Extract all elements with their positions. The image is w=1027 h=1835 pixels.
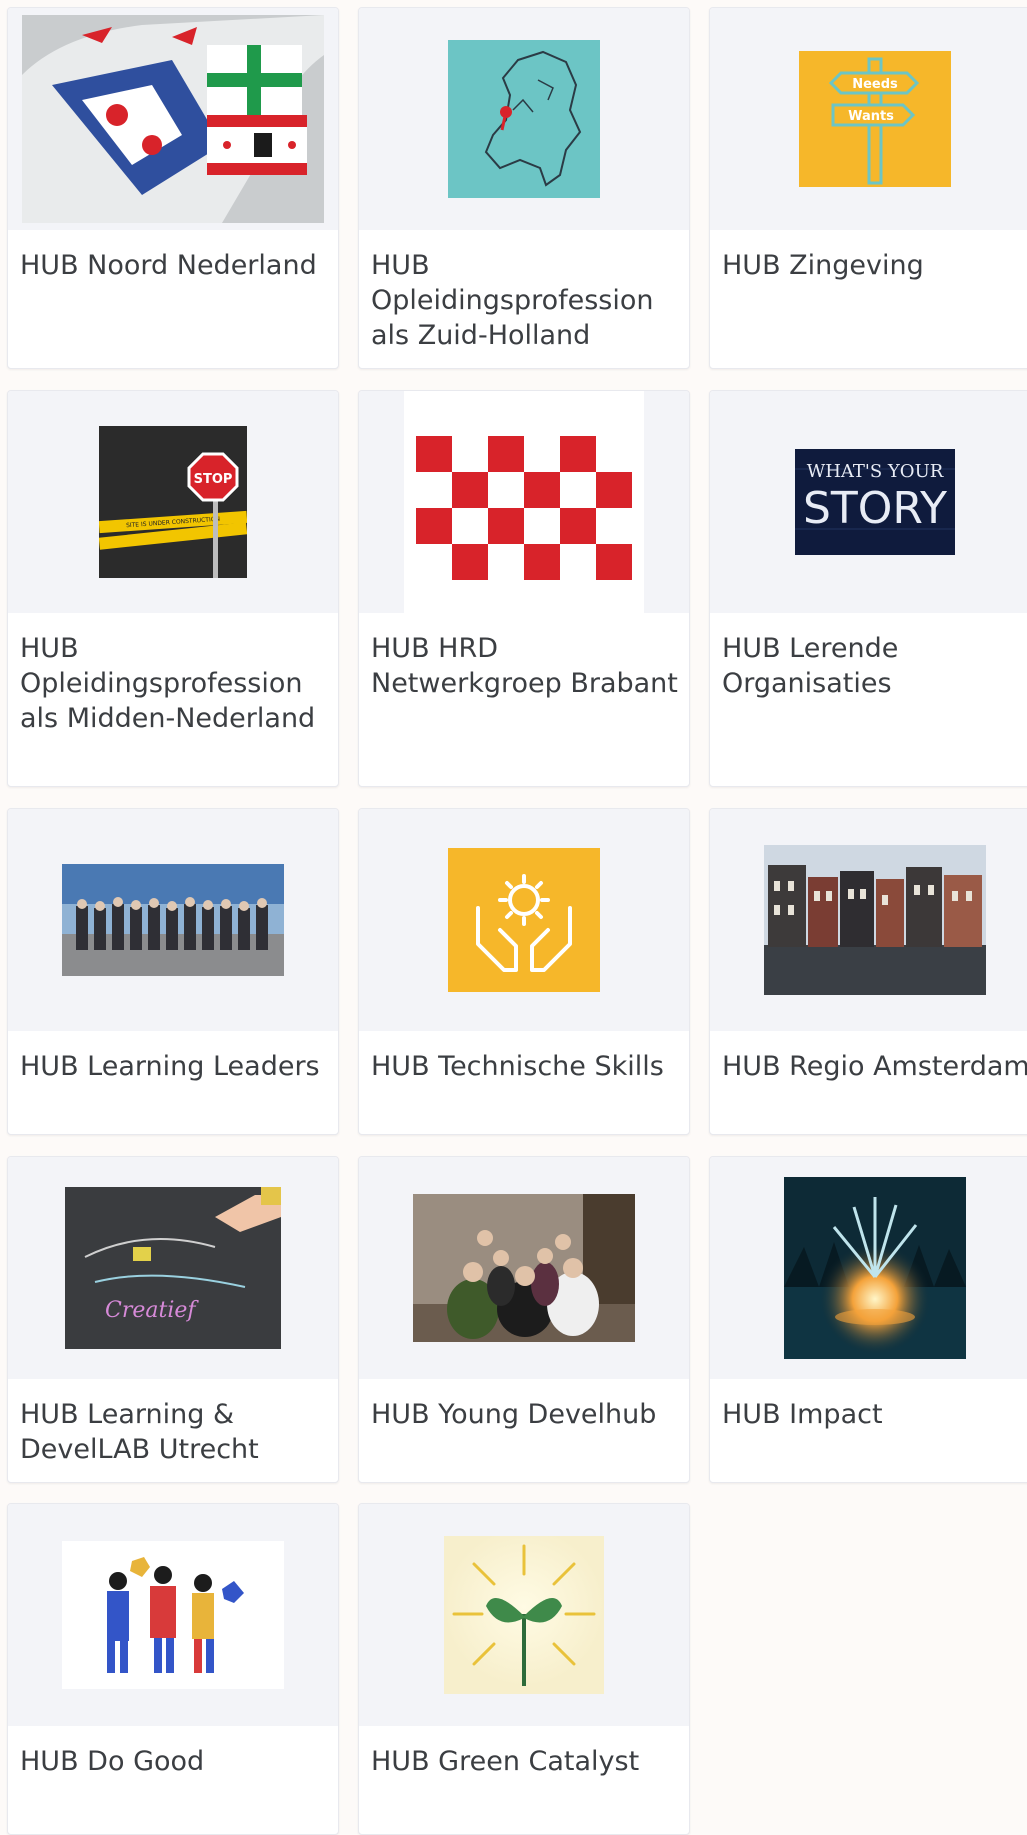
- card-media: Needs Wants: [710, 8, 1027, 230]
- card-media: [8, 8, 338, 230]
- story-board-image: WHAT'S YOUR STORY: [795, 449, 955, 555]
- hub-card-zingeving[interactable]: Needs Wants HUB Zingeving: [709, 7, 1027, 369]
- card-media: SITE IS UNDER CONSTRUCTION STOP: [8, 391, 338, 613]
- card-media: Creatief: [8, 1157, 338, 1379]
- card-media: [359, 809, 689, 1031]
- card-media: [710, 809, 1027, 1031]
- stop-sign-image: SITE IS UNDER CONSTRUCTION STOP: [99, 426, 247, 578]
- sign-needs-label: Needs: [852, 77, 898, 92]
- card-media: [359, 391, 689, 620]
- group-photo-image: [62, 864, 284, 976]
- card-title: HUB Lerende Organisaties: [722, 633, 899, 699]
- hub-card-develab-utrecht[interactable]: Creatief HUB Learning & DevelLAB Utrecht: [7, 1156, 339, 1483]
- team-photo-image: [413, 1194, 635, 1342]
- card-title: HUB Technische Skills: [371, 1051, 664, 1082]
- card-title: HUB Young Develhub: [371, 1399, 657, 1430]
- chalk-text: Creatief: [105, 1298, 199, 1323]
- sprout-sunburst-icon: [444, 1536, 604, 1694]
- card-media: [359, 1504, 689, 1726]
- card-media: WHAT'S YOUR STORY: [710, 391, 1027, 613]
- hub-card-technische-skills[interactable]: HUB Technische Skills: [358, 808, 690, 1135]
- story-main-text: STORY: [803, 483, 947, 534]
- chalkboard-image: Creatief: [65, 1187, 281, 1349]
- card-title: HUB Opleidingsprofession als Midden-Nede…: [20, 633, 316, 734]
- hub-card-impact[interactable]: HUB Impact: [709, 1156, 1027, 1483]
- hub-card-noord-nederland[interactable]: HUB Noord Nederland: [7, 7, 339, 369]
- card-title: HUB Zingeving: [722, 250, 924, 281]
- card-media: [359, 8, 689, 230]
- hub-card-lerende-organisaties[interactable]: WHAT'S YOUR STORY HUB Lerende Organisati…: [709, 390, 1027, 787]
- card-title: HUB Noord Nederland: [20, 250, 317, 281]
- card-title: HUB HRD Netwerkgroep Brabant: [371, 633, 678, 699]
- friesland-flags-image: [22, 15, 324, 223]
- card-title: HUB Learning Leaders: [20, 1051, 320, 1082]
- stop-label: STOP: [194, 472, 233, 487]
- card-media: [710, 1157, 1027, 1379]
- card-title: HUB Impact: [722, 1399, 883, 1430]
- card-media: [359, 1157, 689, 1379]
- impact-explosion-image: [784, 1177, 966, 1359]
- brabant-checker-flag-image: [404, 391, 644, 620]
- hub-card-zuid-holland[interactable]: HUB Opleidingsprofession als Zuid-Hollan…: [358, 7, 690, 369]
- card-title: HUB Opleidingsprofession als Zuid-Hollan…: [371, 250, 654, 351]
- hub-card-midden-nederland[interactable]: SITE IS UNDER CONSTRUCTION STOP HUB Ople…: [7, 390, 339, 787]
- netherlands-map-icon: [448, 40, 600, 198]
- amsterdam-canal-houses-image: [764, 845, 986, 995]
- card-title: HUB Regio Amsterdam: [722, 1051, 1027, 1082]
- card-media: [8, 809, 338, 1031]
- story-top-text: WHAT'S YOUR: [807, 461, 944, 482]
- card-title: HUB Green Catalyst: [371, 1746, 640, 1777]
- signpost-icon: Needs Wants: [799, 51, 951, 187]
- card-title: HUB Do Good: [20, 1746, 205, 1777]
- sign-wants-label: Wants: [848, 109, 894, 124]
- hub-card-brabant[interactable]: HUB HRD Netwerkgroep Brabant: [358, 390, 690, 787]
- hub-card-do-good[interactable]: HUB Do Good: [7, 1503, 339, 1835]
- puzzle-people-illustration: [62, 1541, 284, 1689]
- hub-card-young-develhub[interactable]: HUB Young Develhub: [358, 1156, 690, 1483]
- card-title: HUB Learning & DevelLAB Utrecht: [20, 1399, 259, 1465]
- card-media: [8, 1504, 338, 1726]
- hub-card-green-catalyst[interactable]: HUB Green Catalyst: [358, 1503, 690, 1835]
- hub-card-regio-amsterdam[interactable]: HUB Regio Amsterdam: [709, 808, 1027, 1135]
- hub-card-learning-leaders[interactable]: HUB Learning Leaders: [7, 808, 339, 1135]
- gear-hands-icon: [448, 848, 600, 992]
